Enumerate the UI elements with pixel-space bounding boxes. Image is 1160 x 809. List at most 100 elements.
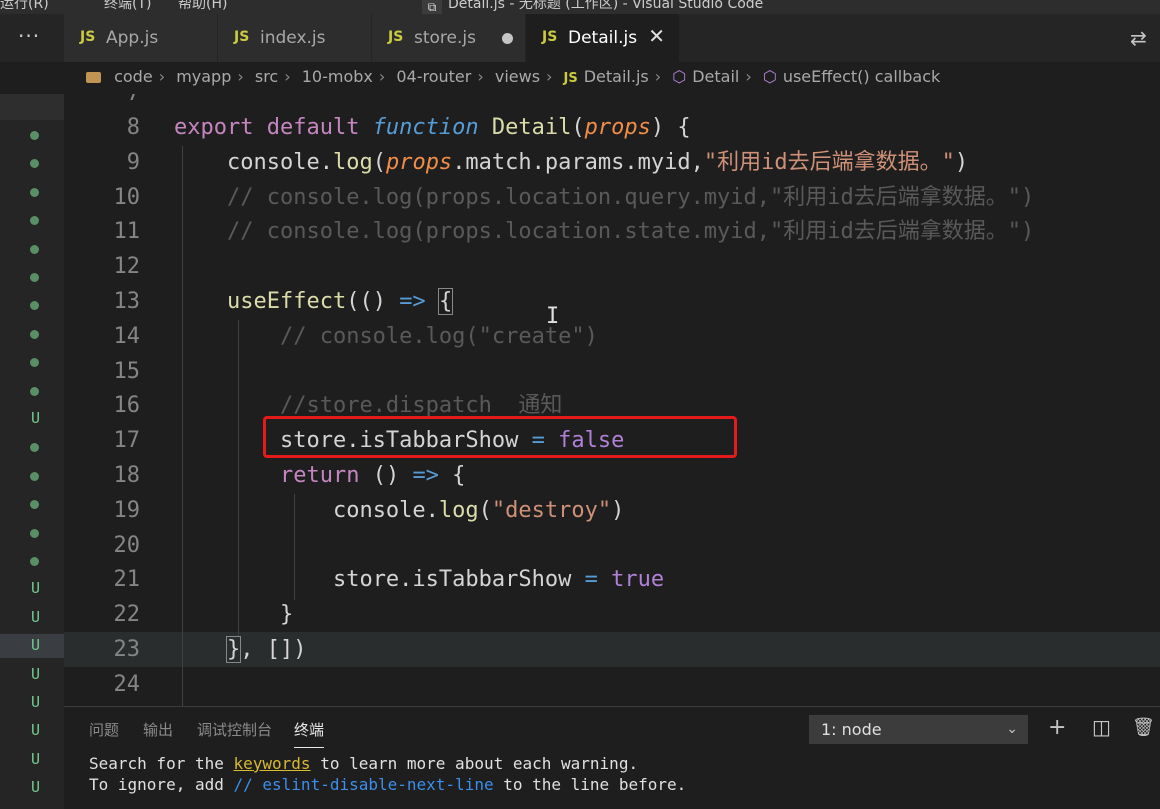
tab-index-js[interactable]: JS index.js — [218, 14, 372, 62]
code-line[interactable]: 8 export default function Detail(props) { — [64, 110, 1160, 145]
gutter-marker[interactable] — [0, 435, 64, 459]
breadcrumb-symbol-useeffect[interactable]: useEffect() callback — [783, 67, 940, 86]
tab-detail-js[interactable]: JS Detail.js ✕ — [526, 14, 680, 62]
line-number: 15 — [113, 358, 141, 384]
unsaved-dot-icon[interactable] — [502, 33, 513, 44]
gutter-marker[interactable] — [0, 350, 64, 374]
gutter-marker[interactable]: U — [0, 663, 64, 687]
menu-item-terminal[interactable]: 终端(T) — [104, 0, 151, 13]
line-number: 17 — [113, 428, 141, 454]
code-line[interactable]: 19 console.log("destroy") — [64, 493, 1160, 528]
breadcrumb-folder[interactable]: code — [114, 67, 153, 86]
gutter-marker[interactable]: U — [0, 748, 64, 772]
code-token: true — [611, 567, 665, 593]
line-number: 24 — [113, 671, 141, 697]
modified-dot-icon — [30, 329, 39, 339]
breadcrumb-symbol-detail[interactable]: Detail — [692, 67, 739, 86]
chevron-right-icon: › — [654, 67, 662, 86]
gutter-marker[interactable]: U — [0, 691, 64, 715]
gutter-marker[interactable] — [0, 521, 64, 545]
code-line[interactable]: 9 console.log(props.match.params.myid,"利… — [64, 145, 1160, 180]
breadcrumb-folder[interactable]: myapp — [176, 67, 231, 86]
gutter-marker[interactable]: U — [0, 606, 64, 630]
breadcrumb-folder[interactable]: src — [255, 67, 278, 86]
code-line[interactable]: 24 — [64, 667, 1160, 702]
code-editor[interactable]: 7 8export default function Detail(props)… — [64, 94, 1160, 706]
gutter-marker[interactable] — [0, 492, 64, 516]
code-token: ( — [372, 149, 386, 175]
gutter-marker[interactable] — [0, 322, 64, 346]
gutter-marker[interactable] — [0, 464, 64, 488]
code-line[interactable]: 18 return () => { — [64, 458, 1160, 493]
code-token: props — [584, 115, 651, 140]
code-line[interactable]: 12 — [64, 249, 1160, 284]
line-number: 23 — [113, 637, 141, 662]
compare-changes-icon[interactable]: ⇄ — [1130, 26, 1147, 50]
tab-terminal[interactable]: 终端 — [294, 719, 325, 748]
tab-problems[interactable]: 问题 — [89, 719, 119, 740]
code-line[interactable]: 13 useEffect(() => { — [64, 284, 1160, 319]
gutter-marker[interactable] — [0, 123, 64, 147]
gutter-marker[interactable] — [0, 265, 64, 289]
untracked-badge: U — [31, 579, 41, 598]
breadcrumb-file[interactable]: Detail.js — [584, 67, 649, 86]
code-line-partial: 7 — [64, 94, 1160, 111]
code-line[interactable]: 14 // console.log("create") — [64, 319, 1160, 354]
add-terminal-icon[interactable]: + — [1048, 715, 1066, 740]
close-icon[interactable]: ✕ — [648, 24, 665, 48]
more-actions-icon[interactable]: ··· — [18, 24, 40, 48]
tab-label: index.js — [260, 28, 326, 48]
code-line[interactable]: 20 — [64, 528, 1160, 563]
line-number: 21 — [113, 567, 141, 593]
breadcrumb-folder[interactable]: 10-mobx — [302, 67, 373, 86]
gutter-marker[interactable] — [0, 549, 64, 573]
code-token: } — [174, 602, 294, 628]
breadcrumb-folder[interactable]: 04-router — [396, 67, 471, 86]
line-number: 14 — [113, 323, 141, 349]
menu-item-run[interactable]: 运行(R) — [0, 0, 49, 13]
sidebar-header — [0, 94, 64, 120]
gutter-marker[interactable]: U — [0, 719, 64, 743]
gutter-marker[interactable]: U — [0, 577, 64, 601]
gutter-marker[interactable] — [0, 151, 64, 175]
js-file-icon: JS — [542, 29, 558, 45]
modified-dot-icon — [30, 301, 39, 311]
code-line[interactable]: 15 — [64, 354, 1160, 389]
code-line[interactable]: 22 } — [64, 597, 1160, 632]
code-token: .match.params.myid, — [452, 149, 704, 175]
gutter-marker[interactable]: U — [0, 776, 64, 800]
gutter-marker[interactable] — [0, 180, 64, 204]
gutter-marker[interactable]: U — [0, 407, 64, 431]
code-line[interactable]: 21 store.isTabbarShow = true — [64, 562, 1160, 597]
gutter-marker[interactable] — [0, 293, 64, 317]
modified-dot-icon — [30, 216, 39, 226]
tab-output[interactable]: 输出 — [143, 719, 173, 740]
untracked-badge: U — [31, 749, 41, 768]
code-line[interactable]: 10 // console.log(props.location.query.m… — [64, 180, 1160, 215]
tab-store-js[interactable]: JS store.js — [372, 14, 526, 62]
window-title: Detail.js - 无标题 (工作区) - Visual Studio Co… — [448, 0, 764, 12]
gutter-marker[interactable] — [0, 237, 64, 261]
trash-icon[interactable]: 🗑 — [1132, 717, 1155, 738]
line-number: 20 — [113, 532, 141, 558]
terminal-select[interactable]: 1: node ⌄ — [809, 715, 1028, 744]
gutter-marker[interactable] — [0, 208, 64, 232]
layout-toggle-icon[interactable]: ⧉ — [422, 0, 442, 14]
menu-item-help[interactable]: 帮助(H) — [178, 0, 227, 13]
gutter-marker[interactable] — [0, 379, 64, 403]
split-terminal-icon[interactable]: ◫ — [1092, 715, 1111, 739]
code-token: ) { — [650, 115, 691, 140]
tab-app-js[interactable]: JS App.js — [64, 14, 218, 62]
tab-debug-console[interactable]: 调试控制台 — [197, 719, 272, 740]
line-number: 7 — [64, 94, 140, 111]
code-line[interactable]: 11 // console.log(props.location.state.m… — [64, 214, 1160, 249]
modified-dot-icon — [30, 386, 39, 396]
gutter-marker[interactable]: U — [0, 634, 64, 659]
code-line[interactable]: 23 }, []) — [64, 632, 1160, 667]
breadcrumb-folder[interactable]: views — [495, 67, 540, 86]
code-token: { — [437, 288, 454, 315]
indent-guide — [182, 146, 183, 706]
terminal-text: To ignore, add — [89, 775, 234, 794]
terminal-line: Search for the keywords to learn more ab… — [89, 754, 638, 773]
